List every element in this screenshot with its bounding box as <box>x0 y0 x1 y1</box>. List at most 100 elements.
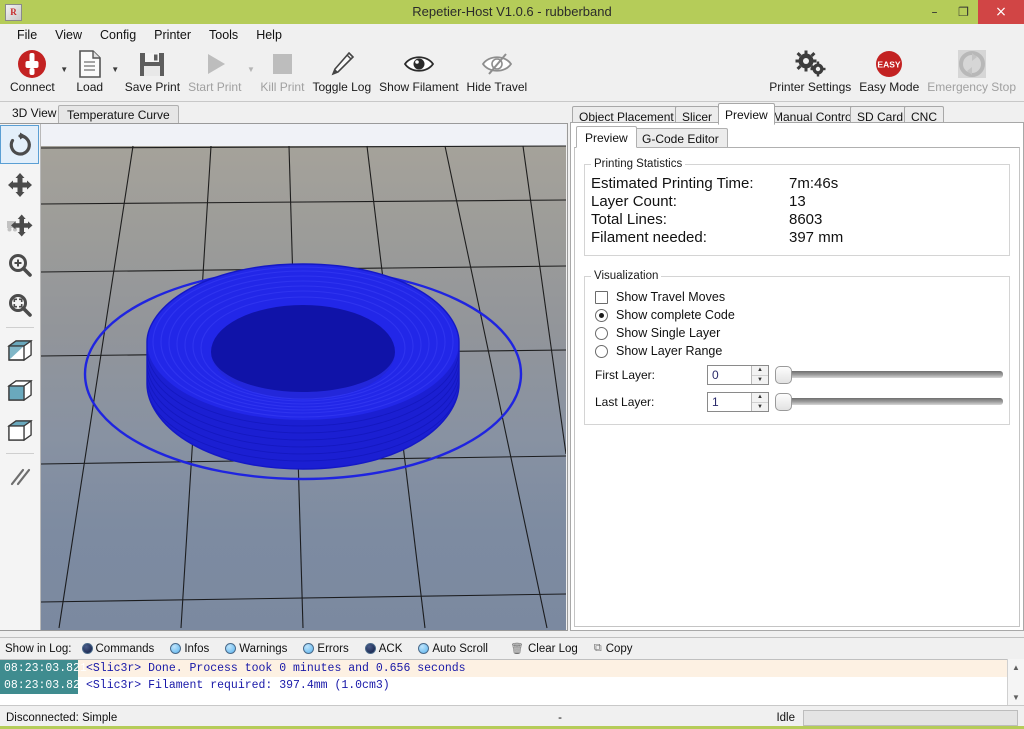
stat-label: Total Lines: <box>591 211 667 228</box>
tab-3d-view[interactable]: 3D View <box>4 103 65 124</box>
last-layer-decrement-button[interactable]: ▼ <box>752 402 768 411</box>
log-scroll-up-button[interactable]: ▲ <box>1008 659 1024 675</box>
subtab-gcode-editor[interactable]: G-Code Editor <box>633 128 728 147</box>
restore-button[interactable]: ❐ <box>949 0 978 24</box>
printer-settings-button[interactable]: Printer Settings <box>765 46 855 100</box>
zoom-tool-button[interactable] <box>0 245 39 284</box>
connect-button[interactable]: Connect <box>6 46 59 100</box>
first-layer-stepper[interactable]: 0 ▲ ▼ <box>707 365 769 385</box>
save-print-button[interactable]: Save Print <box>121 46 184 100</box>
document-icon <box>77 48 103 80</box>
connect-dropdown-arrow[interactable]: ▼ <box>59 51 70 105</box>
log-filter-ack[interactable]: ACK <box>364 643 402 655</box>
emergency-stop-button[interactable]: Emergency Stop <box>923 46 1020 100</box>
show-complete-code-radio[interactable] <box>595 308 608 322</box>
show-filament-button[interactable]: Show Filament <box>375 46 462 100</box>
log-filter-auto-scroll[interactable]: Auto Scroll <box>418 643 488 655</box>
log-filter-infos[interactable]: Infos <box>170 643 209 655</box>
log-filter-bar: Show in Log: Commands Infos Warnings Err… <box>0 637 1024 659</box>
show-layer-range-radio[interactable] <box>595 344 608 358</box>
start-print-dropdown-arrow[interactable]: ▼ <box>245 51 256 105</box>
log-scroll-down-button[interactable]: ▼ <box>1008 689 1024 705</box>
stat-value: 7m:46s <box>789 175 839 192</box>
show-layer-range-row[interactable]: Show Layer Range <box>595 344 1003 358</box>
stat-value: 13 <box>789 193 806 210</box>
3d-viewport[interactable]: z x z x <box>41 124 566 630</box>
log-scroll-track[interactable] <box>1008 675 1024 689</box>
connect-plug-icon <box>16 48 48 80</box>
show-single-layer-radio[interactable] <box>595 326 608 340</box>
start-print-button[interactable]: Start Print <box>184 46 245 100</box>
log-output[interactable]: 08:23:03.821 <Slic3r> Done. Process took… <box>0 659 1024 705</box>
load-button[interactable]: Load <box>70 46 110 100</box>
rotate-tool-button[interactable] <box>0 125 39 164</box>
title-bar: R Repetier-Host V1.0.6 - rubberband – ❐ … <box>0 0 1024 24</box>
first-layer-decrement-button[interactable]: ▼ <box>752 375 768 384</box>
log-message: <Slic3r> Done. Process took 0 minutes an… <box>86 662 466 675</box>
last-layer-slider[interactable] <box>775 392 1003 412</box>
show-travel-moves-checkbox[interactable] <box>595 290 608 304</box>
window-title: Repetier-Host V1.0.6 - rubberband <box>412 4 612 19</box>
kill-print-button[interactable]: Kill Print <box>256 46 308 100</box>
first-layer-slider-thumb[interactable] <box>775 366 792 384</box>
toggle-log-button[interactable]: Toggle Log <box>308 46 375 100</box>
first-layer-slider[interactable] <box>775 365 1003 385</box>
show-single-layer-label: Show Single Layer <box>616 326 721 340</box>
copy-log-button[interactable]: ⧉ Copy <box>594 642 633 655</box>
view-front-tool-button[interactable] <box>0 371 39 410</box>
last-layer-stepper[interactable]: 1 ▲ ▼ <box>707 392 769 412</box>
menu-config[interactable]: Config <box>91 25 145 45</box>
menu-help[interactable]: Help <box>247 25 291 45</box>
show-complete-code-row[interactable]: Show complete Code <box>595 308 1003 322</box>
hide-travel-button[interactable]: Hide Travel <box>463 46 532 100</box>
tab-temperature-curve[interactable]: Temperature Curve <box>58 105 179 124</box>
trash-icon: 🗑 <box>509 643 524 655</box>
load-dropdown-arrow[interactable]: ▼ <box>110 51 121 105</box>
printing-statistics-group: Printing Statistics Estimated Printing T… <box>584 158 1010 256</box>
bed-grid-and-model: z x <box>41 145 566 629</box>
stat-value: 397 mm <box>789 229 844 246</box>
log-filter-errors[interactable]: Errors <box>303 643 349 655</box>
easy-mode-button[interactable]: EASY Easy Mode <box>855 46 923 100</box>
copy-label: Copy <box>605 642 633 655</box>
close-button[interactable]: × <box>978 0 1024 24</box>
show-single-layer-row[interactable]: Show Single Layer <box>595 326 1003 340</box>
stat-value: 8603 <box>789 211 823 228</box>
show-travel-moves-row[interactable]: Show Travel Moves <box>595 290 1003 304</box>
last-layer-increment-button[interactable]: ▲ <box>752 393 768 403</box>
first-layer-row: First Layer: 0 ▲ ▼ <box>595 365 1003 385</box>
subtab-preview[interactable]: Preview <box>576 126 637 148</box>
stat-label: Estimated Printing Time: <box>591 175 754 192</box>
minimize-button[interactable]: – <box>920 0 949 24</box>
main-toolbar: Connect ▼ Load ▼ Save Print Start Print … <box>0 46 1024 102</box>
menu-file[interactable]: File <box>8 25 46 45</box>
scale-view-tool-button[interactable] <box>0 285 39 324</box>
view-top-tool-button[interactable] <box>0 411 39 450</box>
menu-view[interactable]: View <box>46 25 91 45</box>
warnings-led-icon <box>225 643 237 654</box>
clear-log-button[interactable]: 🗑 Clear Log <box>509 642 578 656</box>
view-perspective-tool-button[interactable] <box>0 331 39 370</box>
log-filter-commands[interactable]: Commands <box>81 643 154 655</box>
menu-tools[interactable]: Tools <box>200 25 247 45</box>
parallel-view-tool-button[interactable] <box>0 457 39 496</box>
last-layer-slider-thumb[interactable] <box>775 393 792 411</box>
connect-label: Connect <box>10 80 55 94</box>
pencil-icon <box>327 48 357 80</box>
first-layer-increment-button[interactable]: ▲ <box>752 366 768 376</box>
first-layer-input[interactable]: 0 <box>708 366 751 384</box>
log-filter-warnings[interactable]: Warnings <box>225 643 287 655</box>
tab-preview[interactable]: Preview <box>718 103 775 125</box>
gears-icon <box>793 48 827 80</box>
log-scrollbar[interactable]: ▲ ▼ <box>1007 659 1024 705</box>
print-progress-bar <box>803 709 1018 726</box>
last-layer-input[interactable]: 1 <box>708 393 751 411</box>
move-object-tool-button[interactable] <box>0 205 39 244</box>
move-tool-button[interactable] <box>0 165 39 204</box>
menu-printer[interactable]: Printer <box>145 25 200 45</box>
log-row: 08:23:03.821 <Slic3r> Filament required:… <box>0 677 1024 694</box>
menu-bar: File View Config Printer Tools Help <box>0 24 1024 46</box>
last-layer-row: Last Layer: 1 ▲ ▼ <box>595 392 1003 412</box>
3d-view-panel: z x z x <box>0 123 568 631</box>
visualization-group: Visualization Show Travel Moves Show com… <box>584 270 1010 425</box>
